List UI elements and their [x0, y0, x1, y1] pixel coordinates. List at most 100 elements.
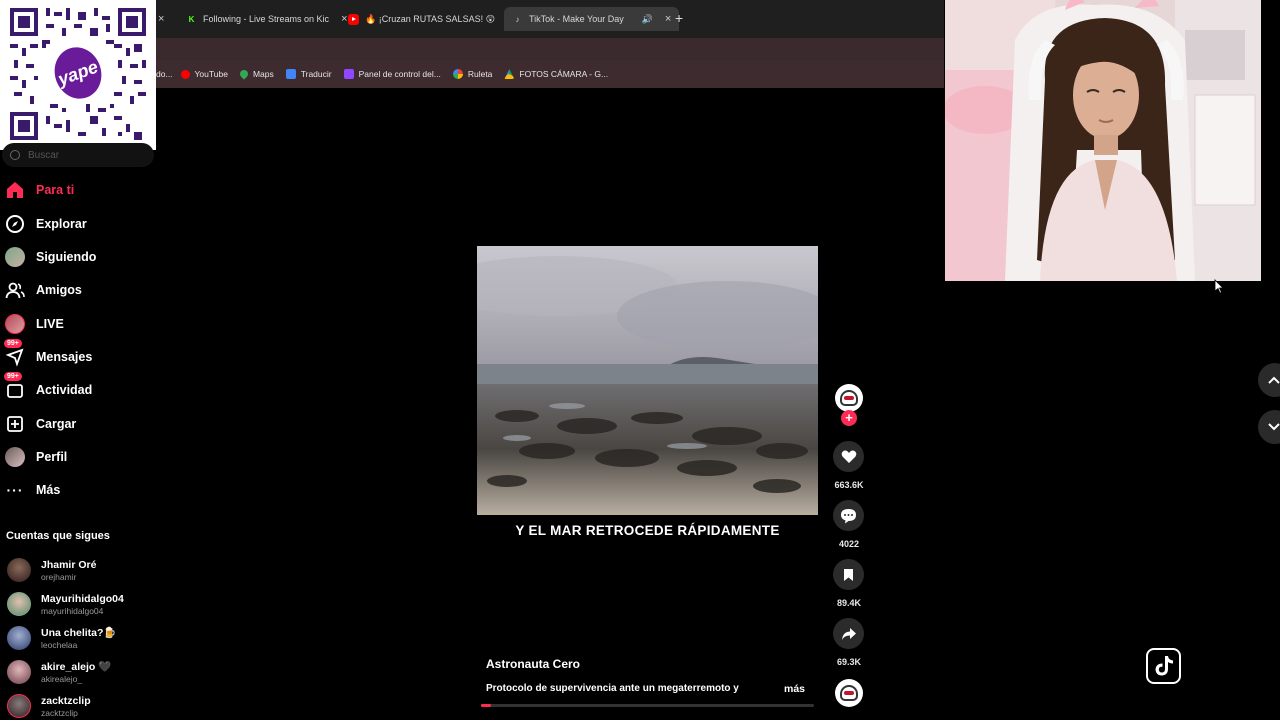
- tiktok-logo[interactable]: [1146, 648, 1181, 684]
- following-account[interactable]: zacktzclip zacktzclip: [7, 691, 91, 720]
- account-username: orejhamir: [41, 571, 77, 582]
- sidebar-item-label: Amigos: [36, 283, 82, 297]
- new-tab-button[interactable]: +: [675, 10, 683, 26]
- comment-icon: [841, 508, 856, 523]
- close-icon[interactable]: ×: [665, 13, 671, 25]
- bookmark-icon: [844, 568, 853, 581]
- tab-label: Following - Live Streams on Kic: [203, 14, 330, 24]
- twitch-icon: [343, 69, 354, 79]
- youtube-icon: [348, 13, 359, 25]
- bookmark-label: FOTOS CÁMARA - G...: [519, 69, 609, 79]
- account-username: akirealejo_: [41, 674, 83, 684]
- video-frame: [477, 246, 818, 515]
- video-author[interactable]: Astronauta Cero: [486, 657, 580, 671]
- bookmark-button[interactable]: [833, 559, 864, 590]
- following-account[interactable]: Jhamir Oré orejhamir: [7, 555, 96, 585]
- search-icon: [10, 150, 20, 160]
- video-progress-bar[interactable]: [481, 704, 814, 707]
- tiktok-icon: [1155, 656, 1173, 676]
- follow-plus-button[interactable]: +: [841, 410, 857, 426]
- bookmark-fotos[interactable]: FOTOS CÁMARA - G...: [504, 69, 608, 79]
- kick-icon: K: [188, 14, 195, 24]
- creator-avatar[interactable]: [835, 384, 863, 412]
- activity-badge: 99+: [4, 372, 22, 381]
- tab-tiktok[interactable]: ♪ TikTok - Make Your Day 🔊 ×: [504, 7, 680, 31]
- bookmark-traducir[interactable]: Traducir: [285, 69, 332, 79]
- address-bar[interactable]: [156, 38, 944, 60]
- tab-close-prev[interactable]: ×: [158, 7, 164, 31]
- sidebar-item-perfil[interactable]: Perfil: [5, 444, 67, 470]
- tab-youtube[interactable]: 🔥 ¡Cruzan RUTAS SALSAS! 😲 ×: [348, 7, 513, 31]
- comment-button[interactable]: [833, 500, 864, 531]
- sidebar-item-para-ti[interactable]: Para ti: [5, 177, 74, 203]
- tiktok-icon: ♪: [515, 14, 520, 24]
- sidebar-item-actividad[interactable]: 99+ Actividad: [4, 372, 93, 403]
- tab-kick[interactable]: K Following - Live Streams on Kic ×: [186, 7, 348, 31]
- compass-icon: [5, 214, 25, 234]
- sidebar-item-mensajes[interactable]: 99+ Mensajes: [4, 339, 93, 370]
- more-button[interactable]: más: [784, 683, 805, 695]
- sidebar-item-label: Perfil: [36, 450, 68, 464]
- search-placeholder: Buscar: [28, 149, 60, 161]
- sidebar-item-explorar[interactable]: Explorar: [5, 211, 87, 237]
- video-player[interactable]: [477, 246, 818, 515]
- bookmark-maps[interactable]: Maps: [238, 68, 274, 80]
- chevron-down-icon: [1268, 423, 1280, 431]
- following-account[interactable]: Una chelita?🍺 leochelaa: [7, 623, 117, 653]
- bookmark-label: Ruleta: [467, 69, 493, 79]
- like-count: 663.6K: [834, 480, 864, 490]
- speaker-icon[interactable]: 🔊: [642, 14, 653, 25]
- bookmark-ruleta[interactable]: Ruleta: [452, 69, 493, 79]
- account-name: akire_alejo 🖤: [41, 661, 112, 673]
- drive-icon: [504, 69, 515, 79]
- account-name: zacktzclip: [41, 694, 91, 707]
- previous-video-button[interactable]: [1258, 363, 1280, 397]
- profile-avatar-icon: [5, 447, 25, 467]
- yape-qr-code: yape: [0, 0, 156, 150]
- sidebar-item-label: Actividad: [36, 383, 93, 397]
- home-icon: [5, 180, 25, 200]
- sidebar-item-label: Explorar: [36, 217, 87, 231]
- bookmark-youtube[interactable]: YouTube: [180, 69, 228, 79]
- account-username: leochelaa: [41, 640, 78, 650]
- bookmark-truncated[interactable]: do...: [156, 69, 173, 79]
- messages-icon: 99+: [4, 339, 25, 367]
- sidebar-item-label: Para ti: [36, 183, 75, 197]
- search-input[interactable]: Buscar: [2, 143, 154, 167]
- bookmark-twitch[interactable]: Panel de control del...: [343, 69, 441, 79]
- sidebar-item-label: Siguiendo: [36, 250, 97, 264]
- tab-label: 🔥 ¡Cruzan RUTAS SALSAS! 😲: [365, 13, 495, 24]
- video-progress-fill: [481, 704, 491, 707]
- sidebar-item-mas[interactable]: ··· Más: [5, 477, 61, 503]
- bookmark-label: YouTube: [194, 69, 228, 79]
- close-icon[interactable]: ×: [341, 13, 347, 25]
- next-video-button[interactable]: [1258, 410, 1280, 444]
- sidebar-item-label: Mensajes: [36, 350, 93, 364]
- sidebar-item-cargar[interactable]: Cargar: [5, 411, 76, 437]
- sidebar-item-label: LIVE: [36, 317, 64, 331]
- avatar: [7, 694, 31, 718]
- webcam-feed: [945, 0, 1261, 281]
- following-account[interactable]: akire_alejo 🖤 akirealejo_: [7, 657, 111, 687]
- browser-tab-bar: × K Following - Live Streams on Kic × 🔥 …: [156, 0, 944, 38]
- video-subtitle: Y EL MAR RETROCEDE RÁPIDAMENTE: [515, 523, 780, 538]
- bookmark-label: Traducir: [300, 69, 332, 79]
- sidebar-item-live[interactable]: LIVE: [5, 311, 64, 337]
- like-button[interactable]: [833, 441, 864, 472]
- mouse-cursor-icon: [1214, 279, 1224, 294]
- comment-count: 4022: [838, 539, 860, 549]
- maps-pin-icon: [238, 68, 250, 80]
- music-disc[interactable]: [835, 679, 863, 707]
- share-button[interactable]: [833, 618, 864, 649]
- avatar: [7, 626, 31, 650]
- bookmark-label: Panel de control del...: [358, 69, 441, 79]
- youtube-icon: [180, 69, 190, 79]
- following-account[interactable]: Mayurihidalgo04 mayurihidalgo04: [7, 589, 124, 619]
- account-name: Una chelita?🍺: [41, 627, 117, 639]
- account-username: zacktzclip: [41, 707, 78, 718]
- webcam-overlay: [945, 0, 1261, 281]
- share-icon: [841, 627, 856, 640]
- following-avatar-icon: [5, 247, 25, 267]
- sidebar-item-siguiendo[interactable]: Siguiendo: [5, 244, 96, 270]
- sidebar-item-amigos[interactable]: Amigos: [5, 277, 82, 303]
